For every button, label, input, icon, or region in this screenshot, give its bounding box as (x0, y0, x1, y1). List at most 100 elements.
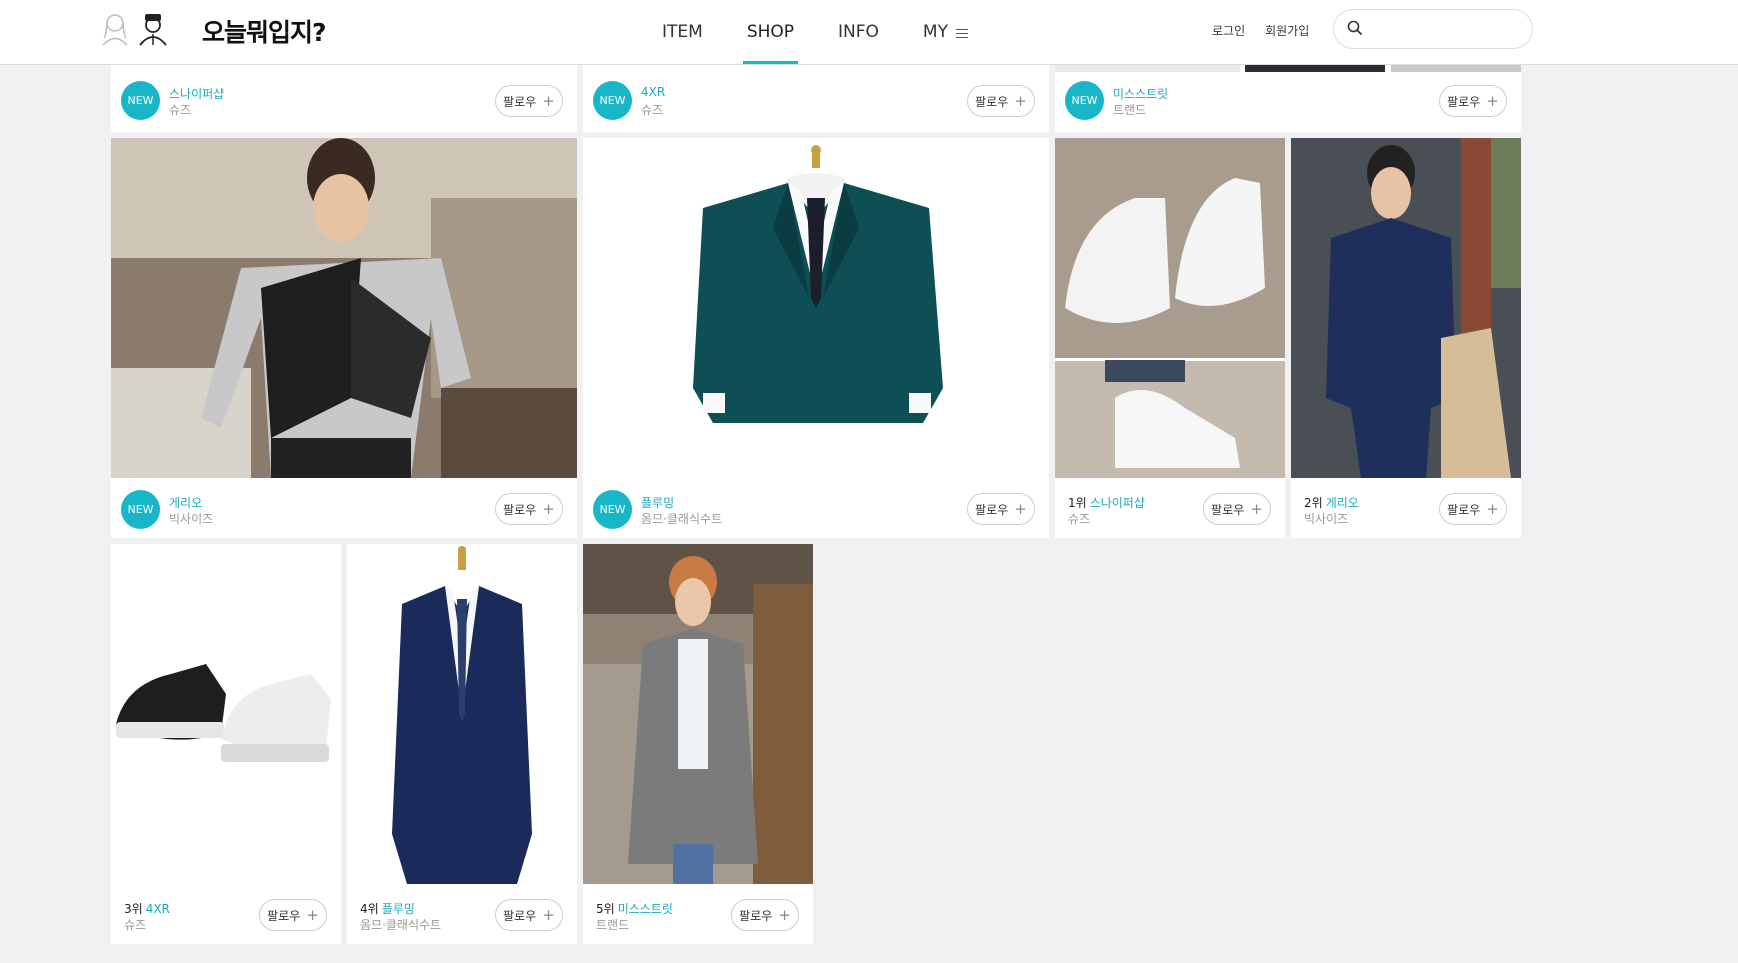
nav-label: ITEM (662, 22, 703, 42)
woman-avatar-icon (102, 14, 128, 46)
product-image-navy-suit[interactable] (347, 544, 577, 884)
nav-item-my[interactable]: MY (923, 0, 968, 64)
shop-card-ranked[interactable]: 2위 게리오 빅사이즈 팔로우 + (1291, 138, 1521, 538)
shop-name-text: 플루밍 (381, 902, 415, 916)
shop-category: 옴므·클래식수트 (360, 918, 442, 932)
shop-name-text: 미스스트릿 (617, 902, 673, 916)
follow-button[interactable]: 팔로우 + (967, 493, 1035, 525)
rank-label: 3위 (124, 902, 143, 916)
product-image-white-sneakers[interactable] (1055, 138, 1285, 478)
site-logo[interactable]: 오늘뭐입지? (202, 13, 327, 49)
follow-label: 팔로우 (739, 908, 773, 923)
card-footer: NEW 게리오 빅사이즈 팔로우 + (111, 478, 577, 538)
top-header: 오늘뭐입지? ITEM SHOP INFO MY 로그인 회원가입 (0, 0, 1738, 65)
shop-card[interactable]: NEW 게리오 빅사이즈 팔로우 + (111, 138, 577, 538)
plus-icon: + (542, 499, 555, 518)
follow-button[interactable]: 팔로우 + (731, 899, 799, 931)
product-image-sweatshirt[interactable] (111, 138, 577, 478)
nav-item-shop[interactable]: SHOP (742, 0, 799, 64)
nav-item-item[interactable]: ITEM (662, 0, 703, 64)
logo-icons[interactable] (100, 12, 168, 46)
shop-category: 슈즈 (124, 918, 147, 932)
shop-category: 슈즈 (1068, 512, 1091, 526)
follow-button[interactable]: 팔로우 + (259, 899, 327, 931)
card-footer: NEW 4XR 슈즈 팔로우 + (583, 60, 1049, 132)
plus-icon: + (1014, 91, 1027, 110)
nav-label: MY (922, 22, 948, 42)
follow-label: 팔로우 (503, 502, 537, 517)
follow-label: 팔로우 (975, 502, 1009, 517)
shop-name-text: 게리오 (1325, 496, 1359, 510)
follow-button[interactable]: 팔로우 + (1439, 85, 1507, 117)
menu-icon (955, 28, 968, 38)
follow-label: 팔로우 (1447, 502, 1481, 517)
search-input[interactable] (1370, 18, 1520, 40)
follow-label: 팔로우 (975, 94, 1009, 109)
shop-name[interactable]: 플루밍 (641, 494, 674, 511)
signup-link[interactable]: 회원가입 (1265, 22, 1309, 39)
card-footer: 5위 미스스트릿 트랜드 팔로우 + (583, 884, 813, 944)
shop-category: 빅사이즈 (169, 512, 214, 526)
plus-icon: + (1486, 499, 1499, 518)
shop-card-ranked[interactable]: 1위 스나이퍼샵 슈즈 팔로우 + (1055, 138, 1285, 538)
nav-item-info[interactable]: INFO (838, 0, 879, 64)
card-footer: 1위 스나이퍼샵 슈즈 팔로우 + (1055, 478, 1285, 538)
product-image-striped-shirt[interactable] (1291, 138, 1521, 478)
new-badge: NEW (1065, 81, 1104, 120)
rank-label: 1위 (1068, 496, 1087, 510)
plus-icon: + (778, 905, 791, 924)
new-badge: NEW (121, 81, 160, 120)
shop-card-ranked[interactable]: 5위 미스스트릿 트랜드 팔로우 + (583, 544, 813, 944)
nav-label: INFO (838, 22, 879, 42)
plus-icon: + (306, 905, 319, 924)
login-link[interactable]: 로그인 (1212, 22, 1245, 39)
plus-icon: + (542, 905, 555, 924)
follow-button[interactable]: 팔로우 + (967, 85, 1035, 117)
shop-name[interactable]: 게리오 (169, 494, 202, 511)
follow-button[interactable]: 팔로우 + (1203, 493, 1271, 525)
plus-icon: + (542, 91, 555, 110)
shop-card-ranked[interactable]: 4위 플루밍 옴므·클래식수트 팔로우 + (347, 544, 577, 944)
follow-label: 팔로우 (267, 908, 301, 923)
shop-name[interactable]: 미스스트릿 (1113, 85, 1168, 102)
shop-name[interactable]: 1위 스나이퍼샵 (1068, 494, 1145, 511)
follow-label: 팔로우 (503, 94, 537, 109)
shop-category: 슈즈 (169, 103, 192, 117)
search-icon[interactable] (1347, 20, 1363, 36)
main-nav: ITEM SHOP INFO MY (662, 0, 1012, 64)
shop-name[interactable]: 4위 플루밍 (360, 900, 415, 917)
rank-label: 4위 (360, 902, 379, 916)
card-footer: 4위 플루밍 옴므·클래식수트 팔로우 + (347, 884, 577, 944)
follow-button[interactable]: 팔로우 + (495, 85, 563, 117)
shop-card-ranked[interactable]: 3위 4XR 슈즈 팔로우 + (111, 544, 341, 944)
shop-card[interactable]: NEW 플루밍 옴므·클래식수트 팔로우 + (583, 138, 1049, 538)
follow-button[interactable]: 팔로우 + (495, 899, 563, 931)
shop-card[interactable]: NEW 스나이퍼샵 슈즈 팔로우 + (111, 60, 577, 132)
shop-card[interactable]: NEW 미스스트릿 트랜드 팔로우 + (1055, 60, 1521, 132)
product-image-green-suit[interactable] (583, 138, 1049, 478)
shop-name[interactable]: 3위 4XR (124, 900, 170, 917)
new-badge: NEW (593, 490, 632, 529)
follow-button[interactable]: 팔로우 + (1439, 493, 1507, 525)
card-footer: NEW 미스스트릿 트랜드 팔로우 + (1055, 60, 1521, 132)
shop-name[interactable]: 4XR (641, 85, 665, 99)
shop-category: 빅사이즈 (1304, 512, 1349, 526)
shop-category: 트랜드 (596, 918, 630, 932)
shop-name[interactable]: 5위 미스스트릿 (596, 900, 673, 917)
follow-label: 팔로우 (1211, 502, 1245, 517)
shop-card[interactable]: NEW 4XR 슈즈 팔로우 + (583, 60, 1049, 132)
plus-icon: + (1486, 91, 1499, 110)
shop-name[interactable]: 스나이퍼샵 (169, 85, 224, 102)
product-image-grey-coat[interactable] (583, 544, 813, 884)
card-footer: 2위 게리오 빅사이즈 팔로우 + (1291, 478, 1521, 538)
man-avatar-icon (139, 14, 167, 46)
search-box[interactable] (1333, 9, 1533, 49)
shop-name[interactable]: 2위 게리오 (1304, 494, 1359, 511)
new-badge: NEW (121, 490, 160, 529)
nav-label: SHOP (746, 22, 795, 42)
plus-icon: + (1250, 499, 1263, 518)
rank-label: 2위 (1304, 496, 1323, 510)
rank-label: 5위 (596, 902, 615, 916)
follow-button[interactable]: 팔로우 + (495, 493, 563, 525)
product-image-platform-sneakers[interactable] (111, 544, 341, 884)
